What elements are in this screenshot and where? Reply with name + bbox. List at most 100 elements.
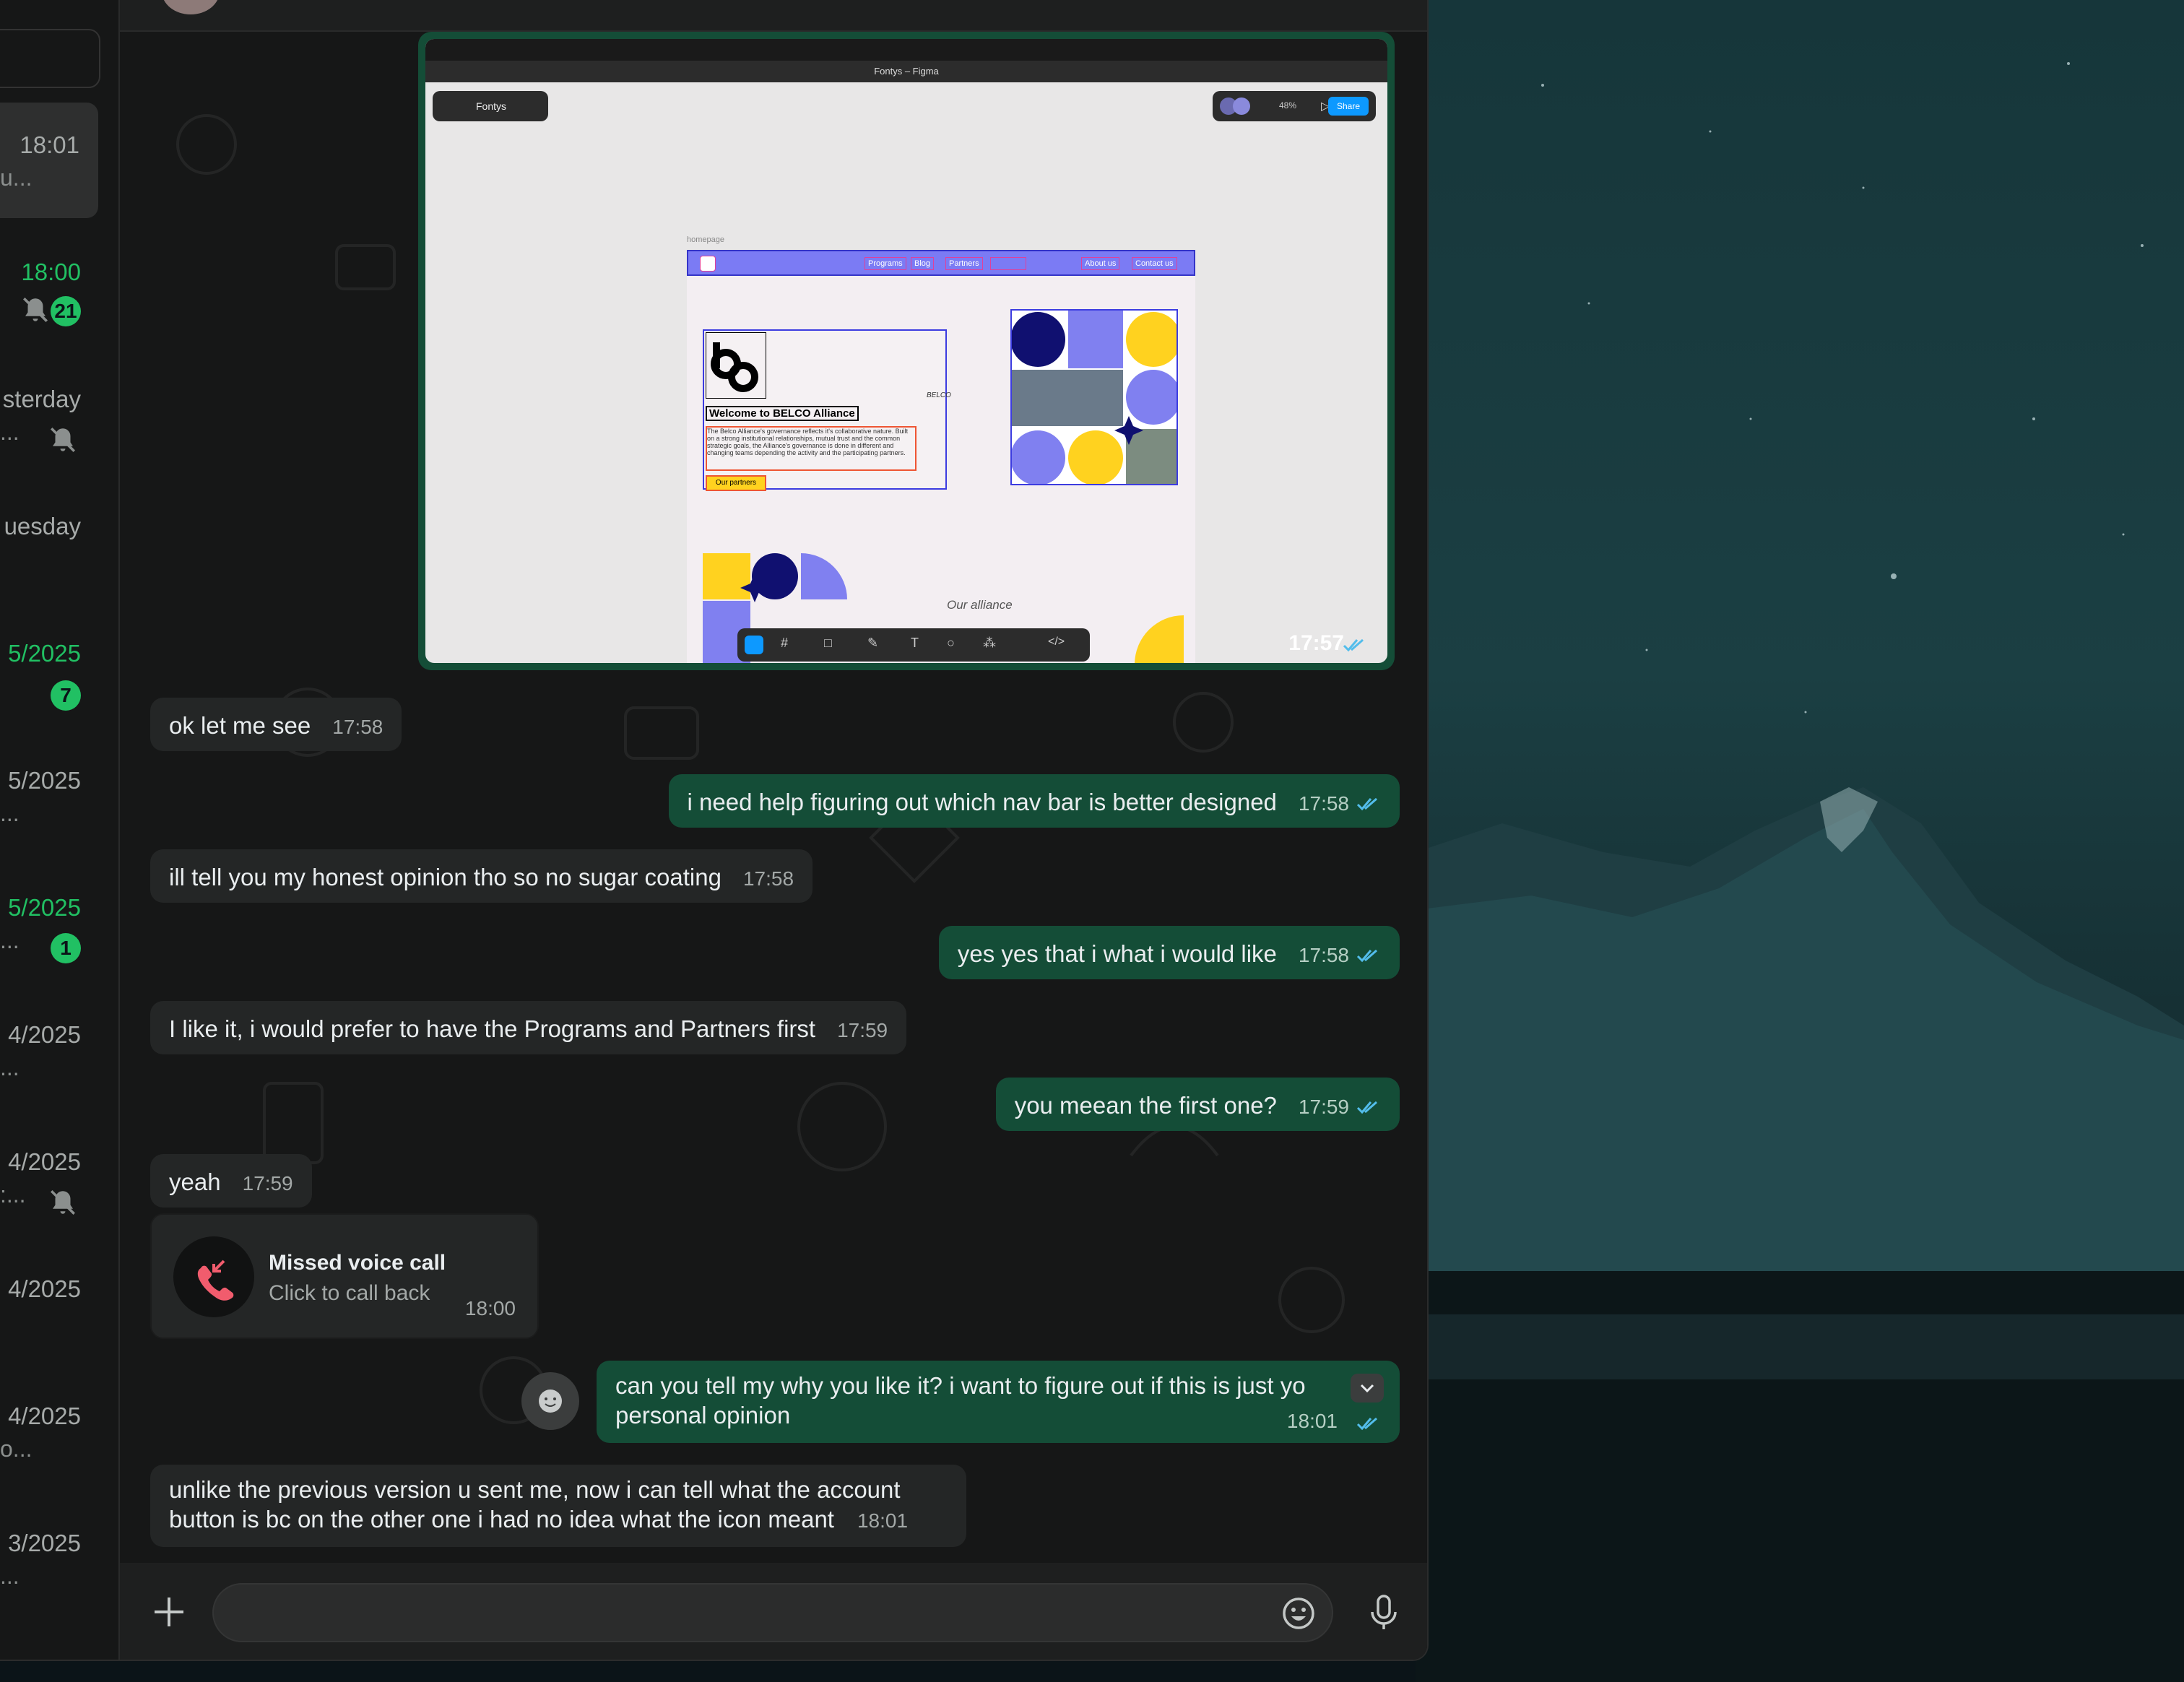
collaborator-avatar (1233, 97, 1250, 115)
chat-time: 4/2025 (8, 1403, 81, 1429)
contact-avatar[interactable] (162, 0, 220, 14)
message-menu-button[interactable] (1351, 1374, 1384, 1403)
outgoing-message[interactable]: yes yes that i what i would like 17:58 (938, 926, 1400, 979)
figma-main-toolbar: Fontys (433, 91, 548, 121)
figma-window-title: Fontys – Figma (425, 61, 1387, 82)
message-text: personal opinion (615, 1402, 791, 1429)
chat-list-item[interactable]: 5/2025 7 (0, 627, 118, 742)
conversation-panel: Fontys – Figma Fontys 48% ▷ Share homepa… (120, 0, 1427, 1660)
nav-item: Blog (911, 257, 935, 270)
chat-header[interactable] (120, 0, 1427, 32)
chat-time: 3/2025 (8, 1530, 81, 1556)
message-time: 17:57 (1288, 631, 1344, 655)
figma-right-toolbar: 48% ▷ Share (1213, 91, 1376, 121)
chat-list-item[interactable]: 18:01 u... (0, 103, 98, 218)
message-text: i need help figuring out which nav bar i… (687, 789, 1277, 815)
chat-time: 4/2025 (8, 1148, 81, 1175)
nav-item: Programs (864, 257, 906, 270)
belco-logo-icon (706, 332, 766, 399)
whatsapp-window: 18:01 u... 18:00 21 sterday ... uesday 5… (0, 0, 1429, 1661)
emoji-icon[interactable] (1278, 1593, 1319, 1634)
chat-search-box[interactable] (0, 29, 100, 88)
actions-tool-icon: ⁂ (983, 636, 996, 650)
homepage-frame: Programs Blog Partners About us Contact … (687, 250, 1195, 663)
chat-preview: ... (0, 419, 20, 445)
message-time: 17:59 (837, 1019, 888, 1041)
message-time: 17:58 (332, 716, 384, 738)
chat-list-item[interactable]: 4/2025 (0, 1262, 118, 1378)
message-text: you meean the first one? (1014, 1092, 1277, 1119)
unread-badge: 7 (51, 680, 81, 711)
chat-list-item[interactable]: 18:00 21 (0, 246, 118, 361)
message-time: 18:01 (1286, 1410, 1338, 1432)
incoming-message[interactable]: I like it, i would prefer to have the Pr… (150, 1001, 907, 1054)
shape-tool-icon: □ (824, 636, 832, 650)
hero-body-text: The Belco Alliance's governance reflects… (706, 426, 916, 471)
figma-zoom-level: 48% (1279, 100, 1297, 110)
hero-card: Welcome to BELCO Alliance BELCO The Belc… (703, 329, 951, 491)
incoming-message[interactable]: ill tell you my honest opinion tho so no… (150, 849, 813, 903)
comment-tool-icon: ○ (947, 636, 955, 650)
read-receipt-icon (1356, 1101, 1377, 1114)
chat-list-item[interactable]: 4/2025 ... (0, 1008, 118, 1124)
message-time: 18:01 (857, 1509, 909, 1532)
attach-plus-icon[interactable] (149, 1592, 189, 1632)
chat-time: 5/2025 (8, 640, 81, 667)
message-text: can you tell my why you like it? i want … (615, 1372, 1306, 1399)
chat-list-item[interactable]: 5/2025 ... 1 (0, 881, 118, 997)
add-reaction-button[interactable] (521, 1372, 579, 1430)
chat-list-item[interactable]: 4/2025 :... (0, 1135, 118, 1251)
chat-list-item[interactable]: 4/2025 o... (0, 1390, 118, 1505)
call-title: Missed voice call (269, 1251, 446, 1275)
chat-time: 4/2025 (8, 1275, 81, 1302)
outgoing-message[interactable]: can you tell my why you like it? i want … (597, 1361, 1400, 1443)
chat-time: uesday (4, 513, 81, 539)
chat-time: sterday (2, 386, 81, 412)
pen-tool-icon: ✎ (867, 636, 879, 650)
unread-badge: 21 (51, 296, 81, 326)
emoji-icon (539, 1390, 562, 1413)
outgoing-message[interactable]: i need help figuring out which nav bar i… (668, 774, 1400, 828)
message-text: I like it, i would prefer to have the Pr… (169, 1015, 816, 1042)
our-partners-button: Our partners (706, 475, 766, 491)
call-time: 18:00 (464, 1297, 516, 1319)
chat-list-item[interactable]: 3/2025 ... (0, 1517, 118, 1632)
chat-preview: ... (0, 800, 20, 826)
dev-mode-icon: </> (1048, 636, 1065, 648)
desktop-wallpaper (1416, 0, 2184, 1682)
incoming-message[interactable]: unlike the previous version u sent me, n… (150, 1465, 966, 1547)
outgoing-message[interactable]: you meean the first one? 17:59 (995, 1078, 1400, 1131)
message-time: 17:58 (1298, 944, 1349, 966)
muted-bell-icon (51, 428, 75, 452)
nav-item: About us (1081, 257, 1120, 270)
incoming-message[interactable]: ok let me see 17:58 (150, 698, 402, 751)
microphone-icon[interactable] (1362, 1590, 1405, 1634)
chat-list-sidebar: 18:01 u... 18:00 21 sterday ... uesday 5… (0, 0, 120, 1660)
logo-icon (700, 256, 716, 272)
chat-list-item[interactable]: 5/2025 ... (0, 754, 118, 870)
chat-time: 18:01 (20, 131, 79, 158)
incoming-message[interactable]: yeah 17:59 (150, 1154, 312, 1208)
missed-call-card[interactable]: Missed voice call Click to call back 18:… (150, 1213, 539, 1339)
message-input[interactable] (212, 1583, 1333, 1642)
message-time: 17:58 (742, 867, 794, 890)
unread-badge: 1 (51, 933, 81, 963)
message-text: yes yes that i what i would like (957, 940, 1277, 967)
hero-artwork (1010, 309, 1178, 485)
message-composer (120, 1563, 1427, 1660)
chat-time: 18:00 (21, 259, 81, 285)
image-message[interactable]: Fontys – Figma Fontys 48% ▷ Share homepa… (418, 32, 1395, 670)
yellow-shape (1135, 615, 1184, 663)
message-time: 17:58 (1298, 792, 1349, 815)
message-text: ok let me see (169, 712, 311, 739)
chat-list-item[interactable]: uesday (0, 500, 118, 615)
message-text: ill tell you my honest opinion tho so no… (169, 864, 722, 890)
text-tool-icon: T (911, 636, 919, 650)
chat-time: 5/2025 (8, 767, 81, 794)
call-back-link[interactable]: Click to call back (269, 1281, 430, 1306)
chat-list-item[interactable]: sterday ... (0, 373, 118, 488)
message-time: 17:59 (1298, 1096, 1349, 1118)
nav-item: Partners (945, 257, 983, 270)
figma-file-name: Fontys (476, 100, 507, 112)
chat-preview: u... (0, 165, 32, 191)
